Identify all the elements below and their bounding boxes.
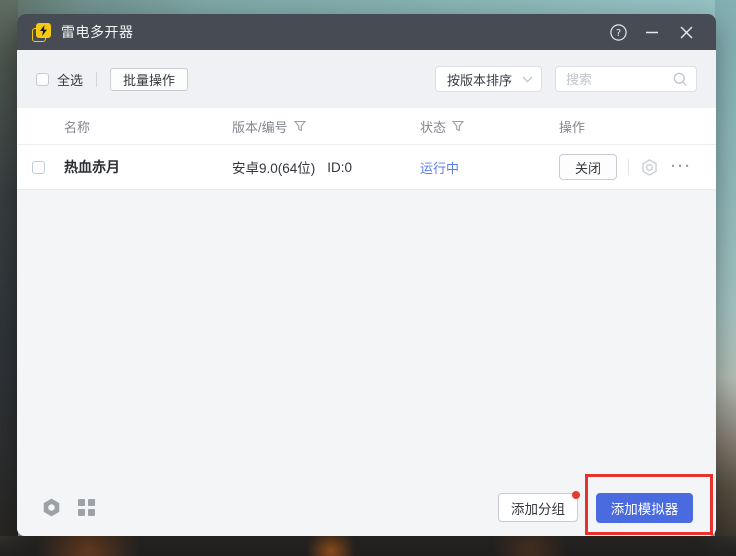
instance-list-empty-area [17,190,716,487]
notification-badge [572,491,580,499]
sort-dropdown[interactable]: 按版本排序 [435,66,542,92]
table-header: 名称 版本/编号 状态 操作 [17,108,716,144]
add-group-button[interactable]: 添加分组 [498,493,578,522]
toolbar: 全选 批量操作 按版本排序 [17,50,716,108]
header-status: 状态 [420,117,446,136]
instance-version: 安卓9.0(64位) [232,157,315,177]
window-title: 雷电多开器 [61,22,134,42]
table-row: 热血赤月 安卓9.0(64位) ID:0 运行中 关闭 ··· [17,144,716,190]
chevron-down-icon [522,76,533,83]
select-all-label: 全选 [57,70,83,89]
search-input[interactable] [566,72,673,87]
wallpaper-left [0,0,18,556]
header-name: 名称 [64,117,90,136]
settings-gear-icon[interactable] [41,497,62,518]
header-version: 版本/编号 [232,117,288,136]
select-all-checkbox[interactable] [36,73,49,86]
close-button[interactable] [671,19,701,45]
lightning-bolt-icon [39,25,48,36]
app-logo-icon [32,23,51,42]
search-icon[interactable] [673,72,688,87]
status-filter-icon[interactable] [452,120,464,132]
add-emulator-button[interactable]: 添加模拟器 [596,493,693,523]
multi-instance-manager-window: 雷电多开器 ? 全选 批量操作 按版本排序 [17,14,716,536]
stop-instance-button[interactable]: 关闭 [559,154,617,180]
titlebar: 雷电多开器 ? [17,14,716,50]
wallpaper-right [715,0,736,556]
search-box [555,66,697,92]
version-filter-icon[interactable] [294,120,306,132]
sort-dropdown-value: 按版本排序 [447,70,522,89]
instance-status: 运行中 [420,158,559,177]
batch-operations-button[interactable]: 批量操作 [110,68,188,91]
help-icon[interactable]: ? [603,19,633,45]
svg-text:?: ? [615,28,620,39]
more-options-icon[interactable]: ··· [671,162,692,172]
operations-divider [628,159,629,175]
grid-view-icon[interactable] [78,499,95,516]
wallpaper-bottom [0,536,736,556]
minimize-button[interactable] [637,19,667,45]
row-checkbox[interactable] [32,161,45,174]
instance-settings-icon[interactable] [640,158,659,177]
instance-name: 热血赤月 [64,157,232,177]
footer-bar: 添加分组 添加模拟器 [17,487,716,536]
header-operations: 操作 [559,117,585,136]
add-group-label: 添加分组 [511,498,565,518]
instance-id: ID:0 [327,160,352,175]
toolbar-divider [96,72,97,87]
